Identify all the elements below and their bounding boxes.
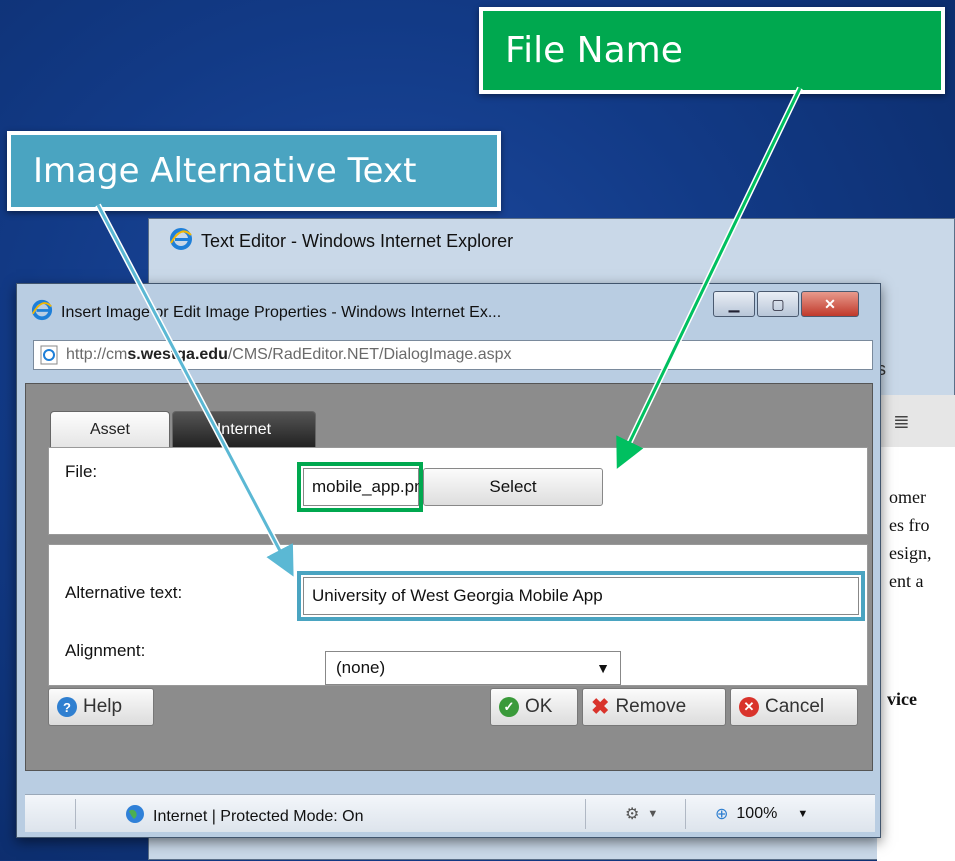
callout-arrows [95,86,803,577]
